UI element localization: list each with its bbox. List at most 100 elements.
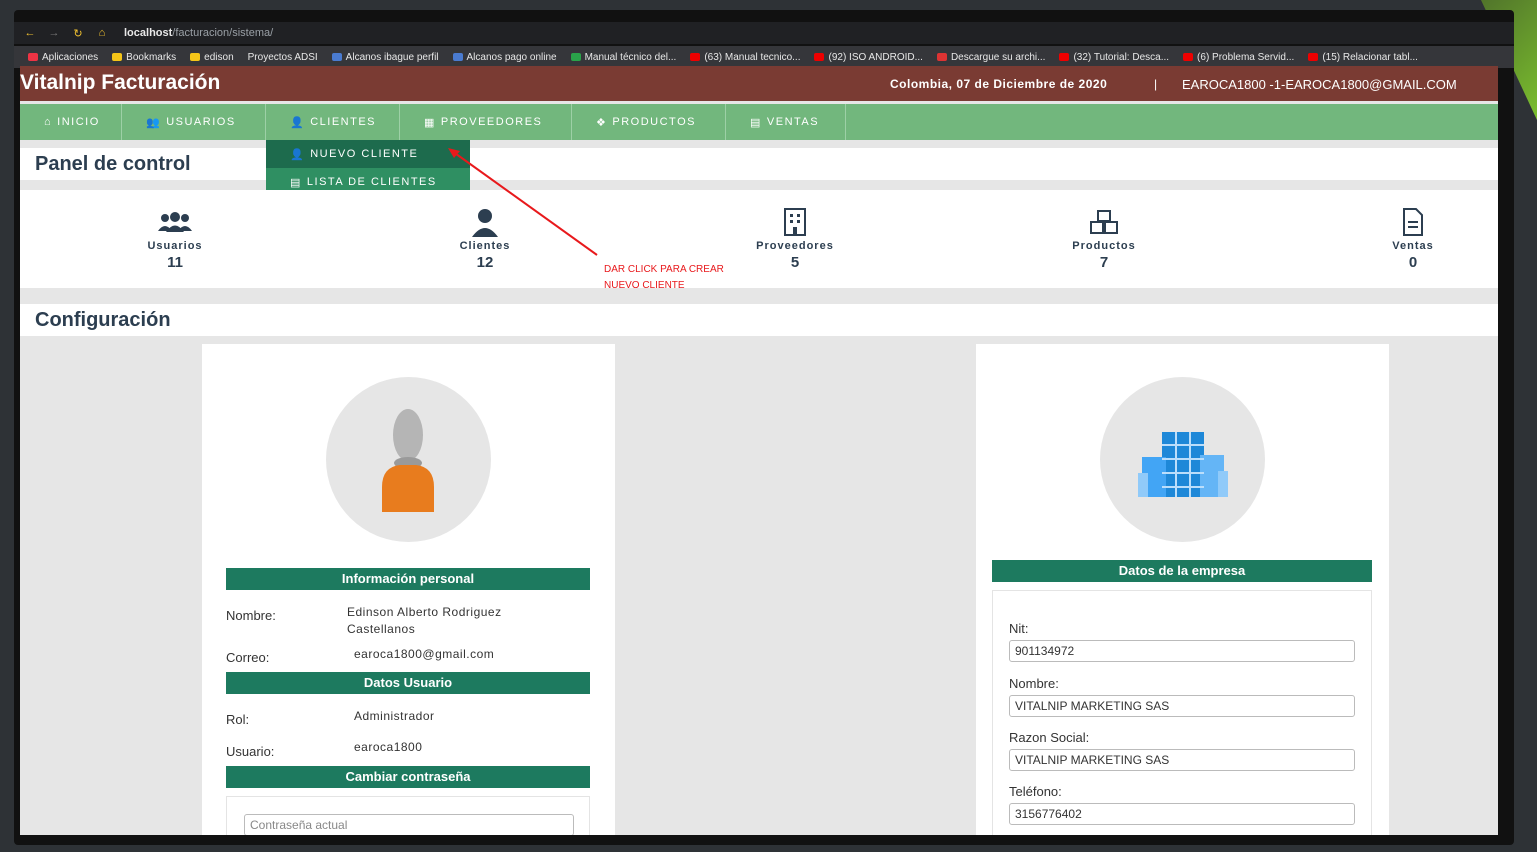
empresa-form: Nit: Nombre: Razon Social: Teléfono: xyxy=(992,590,1372,835)
main-menu: ⌂ INICIO 👥 USUARIOS 👤 CLIENTES ▦ PROVEEDORES… xyxy=(20,104,1498,140)
bookmark-item[interactable]: (32) Tutorial: Desca... xyxy=(1059,52,1169,63)
usuario-value: earoca1800 xyxy=(354,740,423,754)
bookmark-item[interactable]: (6) Problema Servid... xyxy=(1183,52,1294,63)
rol-label: Rol: xyxy=(226,712,250,727)
bookmark-item[interactable]: (92) ISO ANDROID... xyxy=(814,52,923,63)
youtube-icon xyxy=(1308,53,1319,61)
reload-icon[interactable]: ↻ xyxy=(70,27,86,40)
home-icon[interactable]: ⌂ xyxy=(94,27,110,39)
personal-card: Información personal Nombre: Edinson Alb… xyxy=(202,344,615,835)
youtube-icon xyxy=(814,53,825,61)
building-icon xyxy=(1138,432,1228,497)
stat-label: Usuarios xyxy=(147,240,203,252)
bookmark-item[interactable]: Aplicaciones xyxy=(28,52,98,63)
bookmark-item[interactable]: Descargue su archi... xyxy=(936,52,1045,63)
header-separator: | xyxy=(1154,77,1158,91)
list-icon: ▤ xyxy=(290,176,302,189)
empresa-nombre-label: Nombre: xyxy=(1009,676,1059,691)
app-header: Vitalnip Facturación Colombia, 07 de Dic… xyxy=(20,66,1498,101)
stat-value: 12 xyxy=(476,254,494,271)
clientes-dropdown: 👤 NUEVO CLIENTE ▤ LISTA DE CLIENTES xyxy=(266,140,470,197)
menu-item-clientes[interactable]: 👤 CLIENTES xyxy=(266,104,400,140)
company-avatar xyxy=(1100,377,1265,542)
bookmark-item[interactable]: edison xyxy=(190,52,234,63)
nit-label: Nit: xyxy=(1009,621,1029,636)
back-icon[interactable]: ← xyxy=(22,27,38,39)
menu-item-inicio[interactable]: ⌂ INICIO xyxy=(20,104,122,140)
youtube-icon xyxy=(1059,53,1070,61)
users-icon xyxy=(115,206,235,238)
password-panel xyxy=(226,796,590,835)
menu-item-proveedores[interactable]: ▦ PROVEEDORES xyxy=(400,104,572,140)
folder-icon xyxy=(190,53,201,61)
site-icon xyxy=(452,53,463,61)
menu-item-usuarios[interactable]: 👥 USUARIOS xyxy=(122,104,266,140)
bookmark-item[interactable]: Alcanos pago online xyxy=(452,52,557,63)
url-host: localhost xyxy=(124,27,173,39)
stat-clientes[interactable]: Clientes 12 xyxy=(425,206,545,271)
bookmark-item[interactable]: Alcanos ibague perfil xyxy=(331,52,439,63)
nit-input[interactable] xyxy=(1009,640,1355,662)
home-icon: ⌂ xyxy=(44,116,53,128)
url-field[interactable]: localhost/facturacion/sistema/ xyxy=(124,27,273,39)
usuario-label: Usuario: xyxy=(226,744,275,759)
stat-label: Clientes xyxy=(459,240,511,252)
stat-value: 5 xyxy=(790,254,800,271)
stat-label: Proveedores xyxy=(756,240,834,252)
youtube-icon xyxy=(1183,53,1194,61)
file-icon: ▤ xyxy=(750,116,762,129)
stat-value: 7 xyxy=(1099,254,1109,271)
empresa-nombre-input[interactable] xyxy=(1009,695,1355,717)
telefono-input[interactable] xyxy=(1009,803,1355,825)
stat-value: 0 xyxy=(1408,254,1418,271)
stats-panel: Usuarios 11 Clientes 12 Proveedores 5 Pr… xyxy=(20,190,1498,288)
user-avatar-icon xyxy=(382,409,434,512)
telefono-label: Teléfono: xyxy=(1009,784,1062,799)
empresa-card: Datos de la empresa Nit: Nombre: Razon S… xyxy=(976,344,1389,835)
empresa-title: Datos de la empresa xyxy=(992,560,1372,582)
razon-social-input[interactable] xyxy=(1009,749,1355,771)
bookmark-item[interactable]: (15) Relacionar tabl... xyxy=(1308,52,1418,63)
bookmark-item[interactable]: Bookmarks xyxy=(112,52,176,63)
stat-label: Productos xyxy=(1072,240,1136,252)
current-password-input[interactable] xyxy=(244,814,574,835)
site-icon xyxy=(331,53,342,61)
address-bar: ← → ↻ ⌂ localhost/facturacion/sistema/ xyxy=(14,22,1514,44)
stat-proveedores[interactable]: Proveedores 5 xyxy=(735,206,855,271)
cubes-icon xyxy=(1044,206,1164,238)
user-icon xyxy=(425,206,545,238)
web-page: Vitalnip Facturación Colombia, 07 de Dic… xyxy=(20,66,1498,835)
user-info: EAROCA1800 -1-EAROCA1800@GMAIL.COM xyxy=(1182,77,1457,92)
cubes-icon: ❖ xyxy=(596,116,608,129)
bookmark-item[interactable]: Manual técnico del... xyxy=(570,52,676,63)
stat-label: Ventas xyxy=(1392,240,1434,252)
star-icon xyxy=(112,53,123,61)
bookmarks-bar: Aplicaciones Bookmarks edison Proyectos … xyxy=(14,46,1514,68)
users-icon: 👥 xyxy=(146,116,162,129)
stat-value: 11 xyxy=(167,254,183,271)
stat-ventas[interactable]: Ventas 0 xyxy=(1353,206,1473,271)
doc-icon xyxy=(570,53,581,61)
cambiar-password-title: Cambiar contraseña xyxy=(226,766,590,788)
bookmark-item[interactable]: Proyectos ADSI xyxy=(248,52,318,63)
file-icon xyxy=(1353,206,1473,238)
building-icon xyxy=(735,206,855,238)
app-title: Vitalnip Facturación xyxy=(20,71,221,94)
menu-item-ventas[interactable]: ▤ VENTAS xyxy=(726,104,846,140)
youtube-icon xyxy=(690,53,701,61)
forward-icon[interactable]: → xyxy=(46,27,62,39)
stat-productos[interactable]: Productos 7 xyxy=(1044,206,1164,271)
dropdown-nuevo-cliente[interactable]: 👤 NUEVO CLIENTE xyxy=(266,140,470,168)
panel-title: Panel de control xyxy=(20,148,1498,180)
nombre-label: Nombre: xyxy=(226,608,276,623)
user-plus-icon: 👤 xyxy=(290,148,306,161)
nombre-value: Edinson Alberto Rodriguez Castellanos xyxy=(347,605,502,636)
config-title: Configuración xyxy=(20,304,1498,336)
avatar xyxy=(326,377,491,542)
menu-item-productos[interactable]: ❖ PRODUCTOS xyxy=(572,104,726,140)
personal-info-title: Información personal xyxy=(226,568,590,590)
correo-value: earoca1800@gmail.com xyxy=(354,647,495,661)
building-icon: ▦ xyxy=(424,116,436,129)
bookmark-item[interactable]: (63) Manual tecnico... xyxy=(690,52,800,63)
stat-usuarios[interactable]: Usuarios 11 xyxy=(115,206,235,271)
